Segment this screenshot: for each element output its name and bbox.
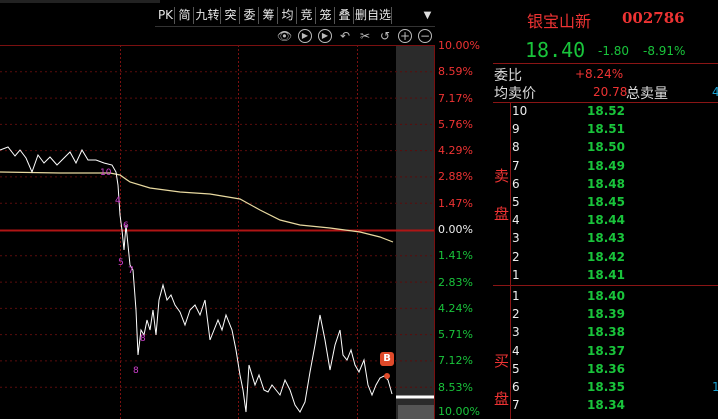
zongmailiang-value: 4 xyxy=(712,85,718,99)
y-axis-label: 4.29% xyxy=(438,144,473,158)
order-level-price[interactable]: 18.51 xyxy=(587,122,625,136)
order-level-index: 3 xyxy=(512,231,520,246)
y-axis-label: 2.88% xyxy=(438,170,473,184)
stock-name: 银宝山新 xyxy=(527,12,592,31)
weibi-value: +8.24% xyxy=(575,67,624,81)
order-level-price[interactable]: 18.37 xyxy=(587,344,625,358)
order-level-index: 5 xyxy=(512,195,520,209)
stock-change-pct: -8.91% xyxy=(643,44,686,58)
chart-marker: 4 xyxy=(115,196,121,206)
order-level-index: 5 xyxy=(512,361,520,376)
order-level-index: 7 xyxy=(512,398,520,413)
y-axis-label: 4.24% xyxy=(438,301,473,315)
order-level-price[interactable]: 18.38 xyxy=(587,325,625,339)
chart-right-panel xyxy=(396,45,434,419)
order-level-index: 6 xyxy=(512,380,520,394)
order-level-index: 8 xyxy=(512,140,520,155)
order-level-index: 4 xyxy=(512,343,520,358)
y-axis-label: 0.00% xyxy=(438,223,473,236)
sell-side-label: 卖 xyxy=(494,167,510,185)
junmaijia-value: 20.78 xyxy=(593,85,628,99)
y-axis-label: 7.12% xyxy=(438,354,473,368)
stock-code: 002786 xyxy=(622,9,685,27)
order-level-price[interactable]: 18.39 xyxy=(587,307,625,321)
chart-marker: 10 xyxy=(100,168,112,178)
order-level-index: 2 xyxy=(512,307,520,322)
order-level-index: 9 xyxy=(512,122,520,137)
buy-side-label: 买 xyxy=(494,352,510,370)
order-level-volume: 1 xyxy=(712,380,718,394)
b-marker-dot xyxy=(384,373,390,379)
order-level-index: 10 xyxy=(512,104,528,118)
y-axis-label: 10.00% xyxy=(438,405,480,418)
chart-marker: 8 xyxy=(140,334,146,344)
order-level-price[interactable]: 18.41 xyxy=(587,268,625,282)
zongmailiang-label: 总卖量 xyxy=(626,86,668,102)
order-level-price[interactable]: 18.43 xyxy=(587,231,625,245)
y-axis-label: 1.47% xyxy=(438,196,473,210)
chart-marker: 7 xyxy=(128,266,134,276)
order-level-price[interactable]: 18.44 xyxy=(587,213,625,227)
order-level-price[interactable]: 18.35 xyxy=(587,380,625,394)
y-axis-label: 5.76% xyxy=(438,117,473,131)
order-level-price[interactable]: 18.49 xyxy=(587,159,625,173)
stock-change: -1.80 xyxy=(598,44,630,58)
y-axis-label: 10.00% xyxy=(438,39,480,52)
order-level-price[interactable]: 18.52 xyxy=(587,104,625,118)
y-axis-label: 7.17% xyxy=(438,91,473,105)
order-level-price[interactable]: 18.36 xyxy=(587,362,625,376)
b-marker[interactable]: B xyxy=(380,352,394,366)
order-level-price[interactable]: 18.45 xyxy=(587,195,625,209)
order-level-price[interactable]: 18.42 xyxy=(587,250,625,264)
chart-marker: 8 xyxy=(133,366,139,376)
junmaijia-label: 均卖价 xyxy=(494,86,536,102)
y-axis-label: 8.59% xyxy=(438,65,473,79)
order-level-price[interactable]: 18.50 xyxy=(587,140,625,154)
intraday-chart[interactable] xyxy=(0,0,492,419)
stock-price: 18.40 xyxy=(525,38,586,62)
order-level-index: 3 xyxy=(512,325,520,340)
order-level-price[interactable]: 18.48 xyxy=(587,177,625,191)
chart-marker: 5 xyxy=(118,258,124,268)
order-level-index: 1 xyxy=(512,289,520,303)
y-axis-label: 2.83% xyxy=(438,275,473,289)
order-level-index: 6 xyxy=(512,176,520,191)
sell-side-label: 盘 xyxy=(494,205,510,223)
y-axis-label: 5.71% xyxy=(438,328,473,342)
order-level-price[interactable]: 18.40 xyxy=(587,289,625,303)
buy-side-label: 盘 xyxy=(494,390,510,408)
order-level-index: 4 xyxy=(512,213,520,228)
order-level-index: 7 xyxy=(512,158,520,173)
order-level-index: 2 xyxy=(512,249,520,264)
weibi-label: 委比 xyxy=(494,68,522,84)
y-axis-label: 8.53% xyxy=(438,380,473,394)
order-level-index: 1 xyxy=(512,267,520,282)
y-axis-label: 1.41% xyxy=(438,249,473,263)
price-line xyxy=(0,146,393,413)
order-level-price[interactable]: 18.34 xyxy=(587,398,625,412)
chart-marker: 6 xyxy=(123,221,129,231)
